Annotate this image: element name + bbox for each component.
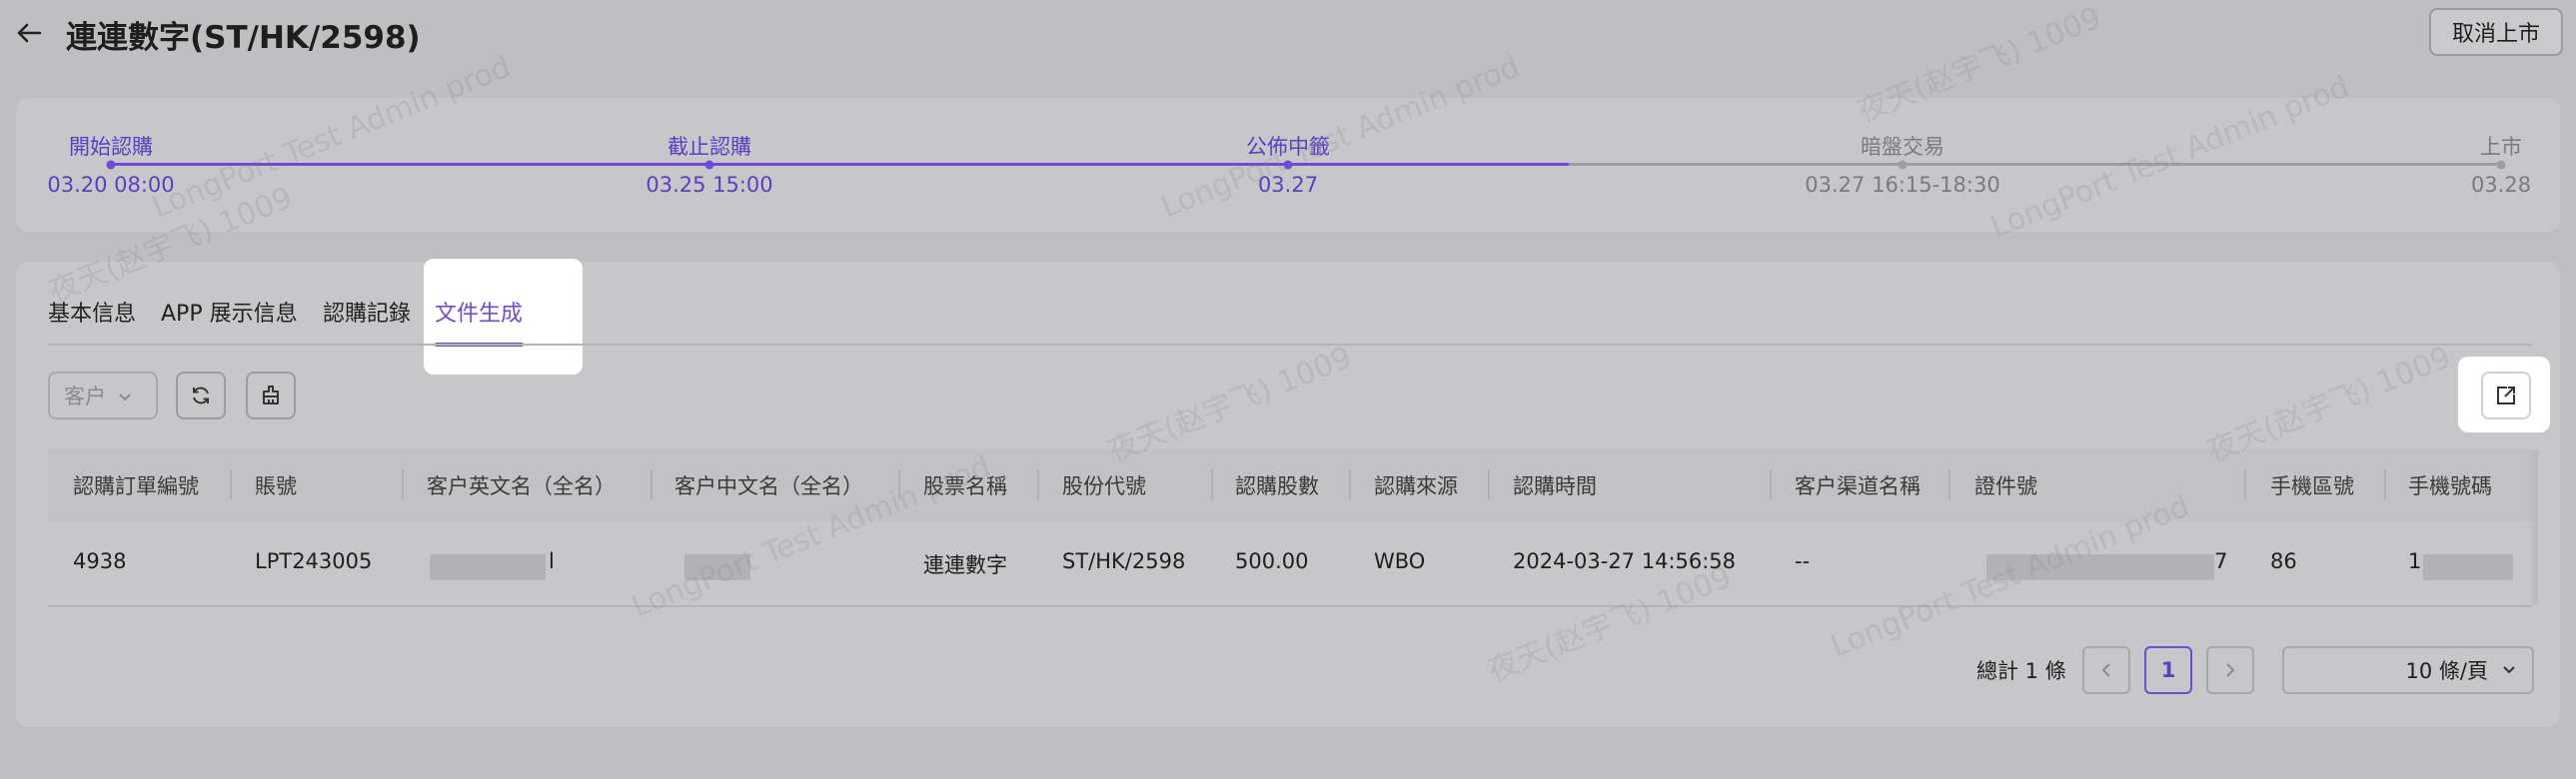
cell-phone: 1 [2408, 549, 2422, 573]
col-separator [1211, 469, 1213, 499]
broom-icon [263, 386, 279, 404]
cancel-listing-button[interactable]: 取消上市 [2429, 8, 2563, 56]
step-date-5: 03.28 [2470, 173, 2532, 197]
tabs-divider [48, 344, 2533, 346]
col-separator [1037, 469, 1039, 499]
tab-app-display[interactable]: APP 展示信息 [161, 296, 298, 328]
step-dot-2 [704, 160, 714, 170]
customer-select-label: 客户 [64, 385, 106, 408]
step-label-2: 截止認購 [667, 135, 751, 159]
row-divider [48, 605, 2533, 607]
pagination-total: 總計 1 條 [1976, 659, 2066, 683]
step-date-2: 03.25 15:00 [645, 173, 773, 197]
cell-id-no: 7 [2214, 549, 2228, 573]
clear-filters-button[interactable] [246, 372, 296, 419]
redacted-id-no [1986, 554, 2214, 580]
refresh-icon [193, 387, 209, 404]
cell-en-name: l [549, 549, 555, 573]
col-separator [2384, 469, 2386, 499]
step-date-1: 03.20 08:00 [47, 173, 175, 197]
col-separator [650, 469, 652, 499]
cell-area-code: 86 [2270, 549, 2297, 573]
chevron-left-icon [2101, 663, 2110, 677]
col-separator [402, 469, 404, 499]
col-id-no[interactable]: 證件號 [1974, 470, 2037, 500]
export-button[interactable] [2481, 372, 2531, 419]
redacted-phone [2423, 554, 2513, 580]
cell-channel: -- [1795, 549, 1811, 573]
col-separator [898, 469, 900, 499]
customer-select[interactable]: 客户 [48, 372, 158, 419]
cell-source: WBO [1374, 549, 1426, 573]
col-source[interactable]: 認購來源 [1374, 470, 1458, 500]
col-area-code[interactable]: 手機區號 [2270, 470, 2354, 500]
col-channel[interactable]: 客户渠道名稱 [1795, 470, 1921, 500]
step-dot-3 [1283, 160, 1293, 170]
col-cn-name[interactable]: 客户中文名（全名） [674, 470, 863, 500]
col-separator [1488, 469, 1490, 499]
col-en-name[interactable]: 客户英文名（全名） [427, 470, 616, 500]
col-stock-code[interactable]: 股份代號 [1062, 470, 1146, 500]
step-label-4: 暗盤交易 [1861, 135, 1944, 159]
cell-shares: 500.00 [1235, 549, 1309, 573]
timeline-line-done [110, 163, 1569, 166]
col-phone[interactable]: 手機號碼 [2408, 470, 2492, 500]
cell-order-no: 4938 [73, 549, 127, 573]
chevron-right-icon [2226, 663, 2235, 677]
step-label-1: 開始認購 [69, 135, 153, 159]
chevron-down-icon [118, 384, 132, 407]
next-page-button[interactable] [2206, 646, 2254, 694]
step-dot-5 [2496, 160, 2506, 170]
col-shares[interactable]: 認購股數 [1235, 470, 1319, 500]
col-separator [1349, 469, 1351, 499]
step-dot-4 [1898, 160, 1908, 170]
page-1-button[interactable]: 1 [2144, 646, 2192, 694]
prev-page-button[interactable] [2082, 646, 2130, 694]
col-stock-name[interactable]: 股票名稱 [923, 470, 1007, 500]
tab-basic-info[interactable]: 基本信息 [48, 296, 136, 328]
cell-account: LPT243005 [255, 549, 373, 573]
cell-stock-code: ST/HK/2598 [1062, 549, 1186, 573]
step-dot-1 [106, 160, 116, 170]
col-separator [1770, 469, 1772, 499]
timeline-line-pending [1569, 163, 2503, 166]
tab-subscription-records[interactable]: 認購記錄 [323, 296, 411, 328]
col-separator [230, 469, 232, 499]
table-scroll-shadow [2528, 449, 2538, 605]
col-account[interactable]: 賬號 [255, 470, 297, 500]
col-separator [2244, 469, 2246, 499]
page-size-select[interactable]: 10 條/頁 [2282, 646, 2534, 694]
cell-stock-name: 連連數字 [923, 553, 1007, 577]
step-label-5: 上市 [2480, 135, 2522, 159]
back-arrow-icon[interactable] [14, 18, 44, 48]
step-date-4: 03.27 16:15-18:30 [1805, 173, 2000, 197]
redacted-en-name [430, 554, 546, 580]
refresh-button[interactable] [176, 372, 226, 419]
page-title: 連連數字(ST/HK/2598) [66, 20, 421, 56]
col-separator [1948, 469, 1950, 499]
col-time[interactable]: 認購時間 [1513, 470, 1597, 500]
chevron-down-icon [2503, 666, 2515, 674]
step-label-3: 公佈中籤 [1246, 135, 1330, 159]
redacted-cn-name [684, 554, 750, 580]
tab-file-generation[interactable]: 文件生成 [435, 296, 523, 328]
col-order-no[interactable]: 認購訂單編號 [73, 470, 199, 500]
step-date-3: 03.27 [1257, 173, 1319, 197]
cell-time: 2024-03-27 14:56:58 [1513, 549, 1737, 573]
export-icon [2497, 387, 2515, 404]
page-size-label: 10 條/頁 [2405, 659, 2488, 683]
